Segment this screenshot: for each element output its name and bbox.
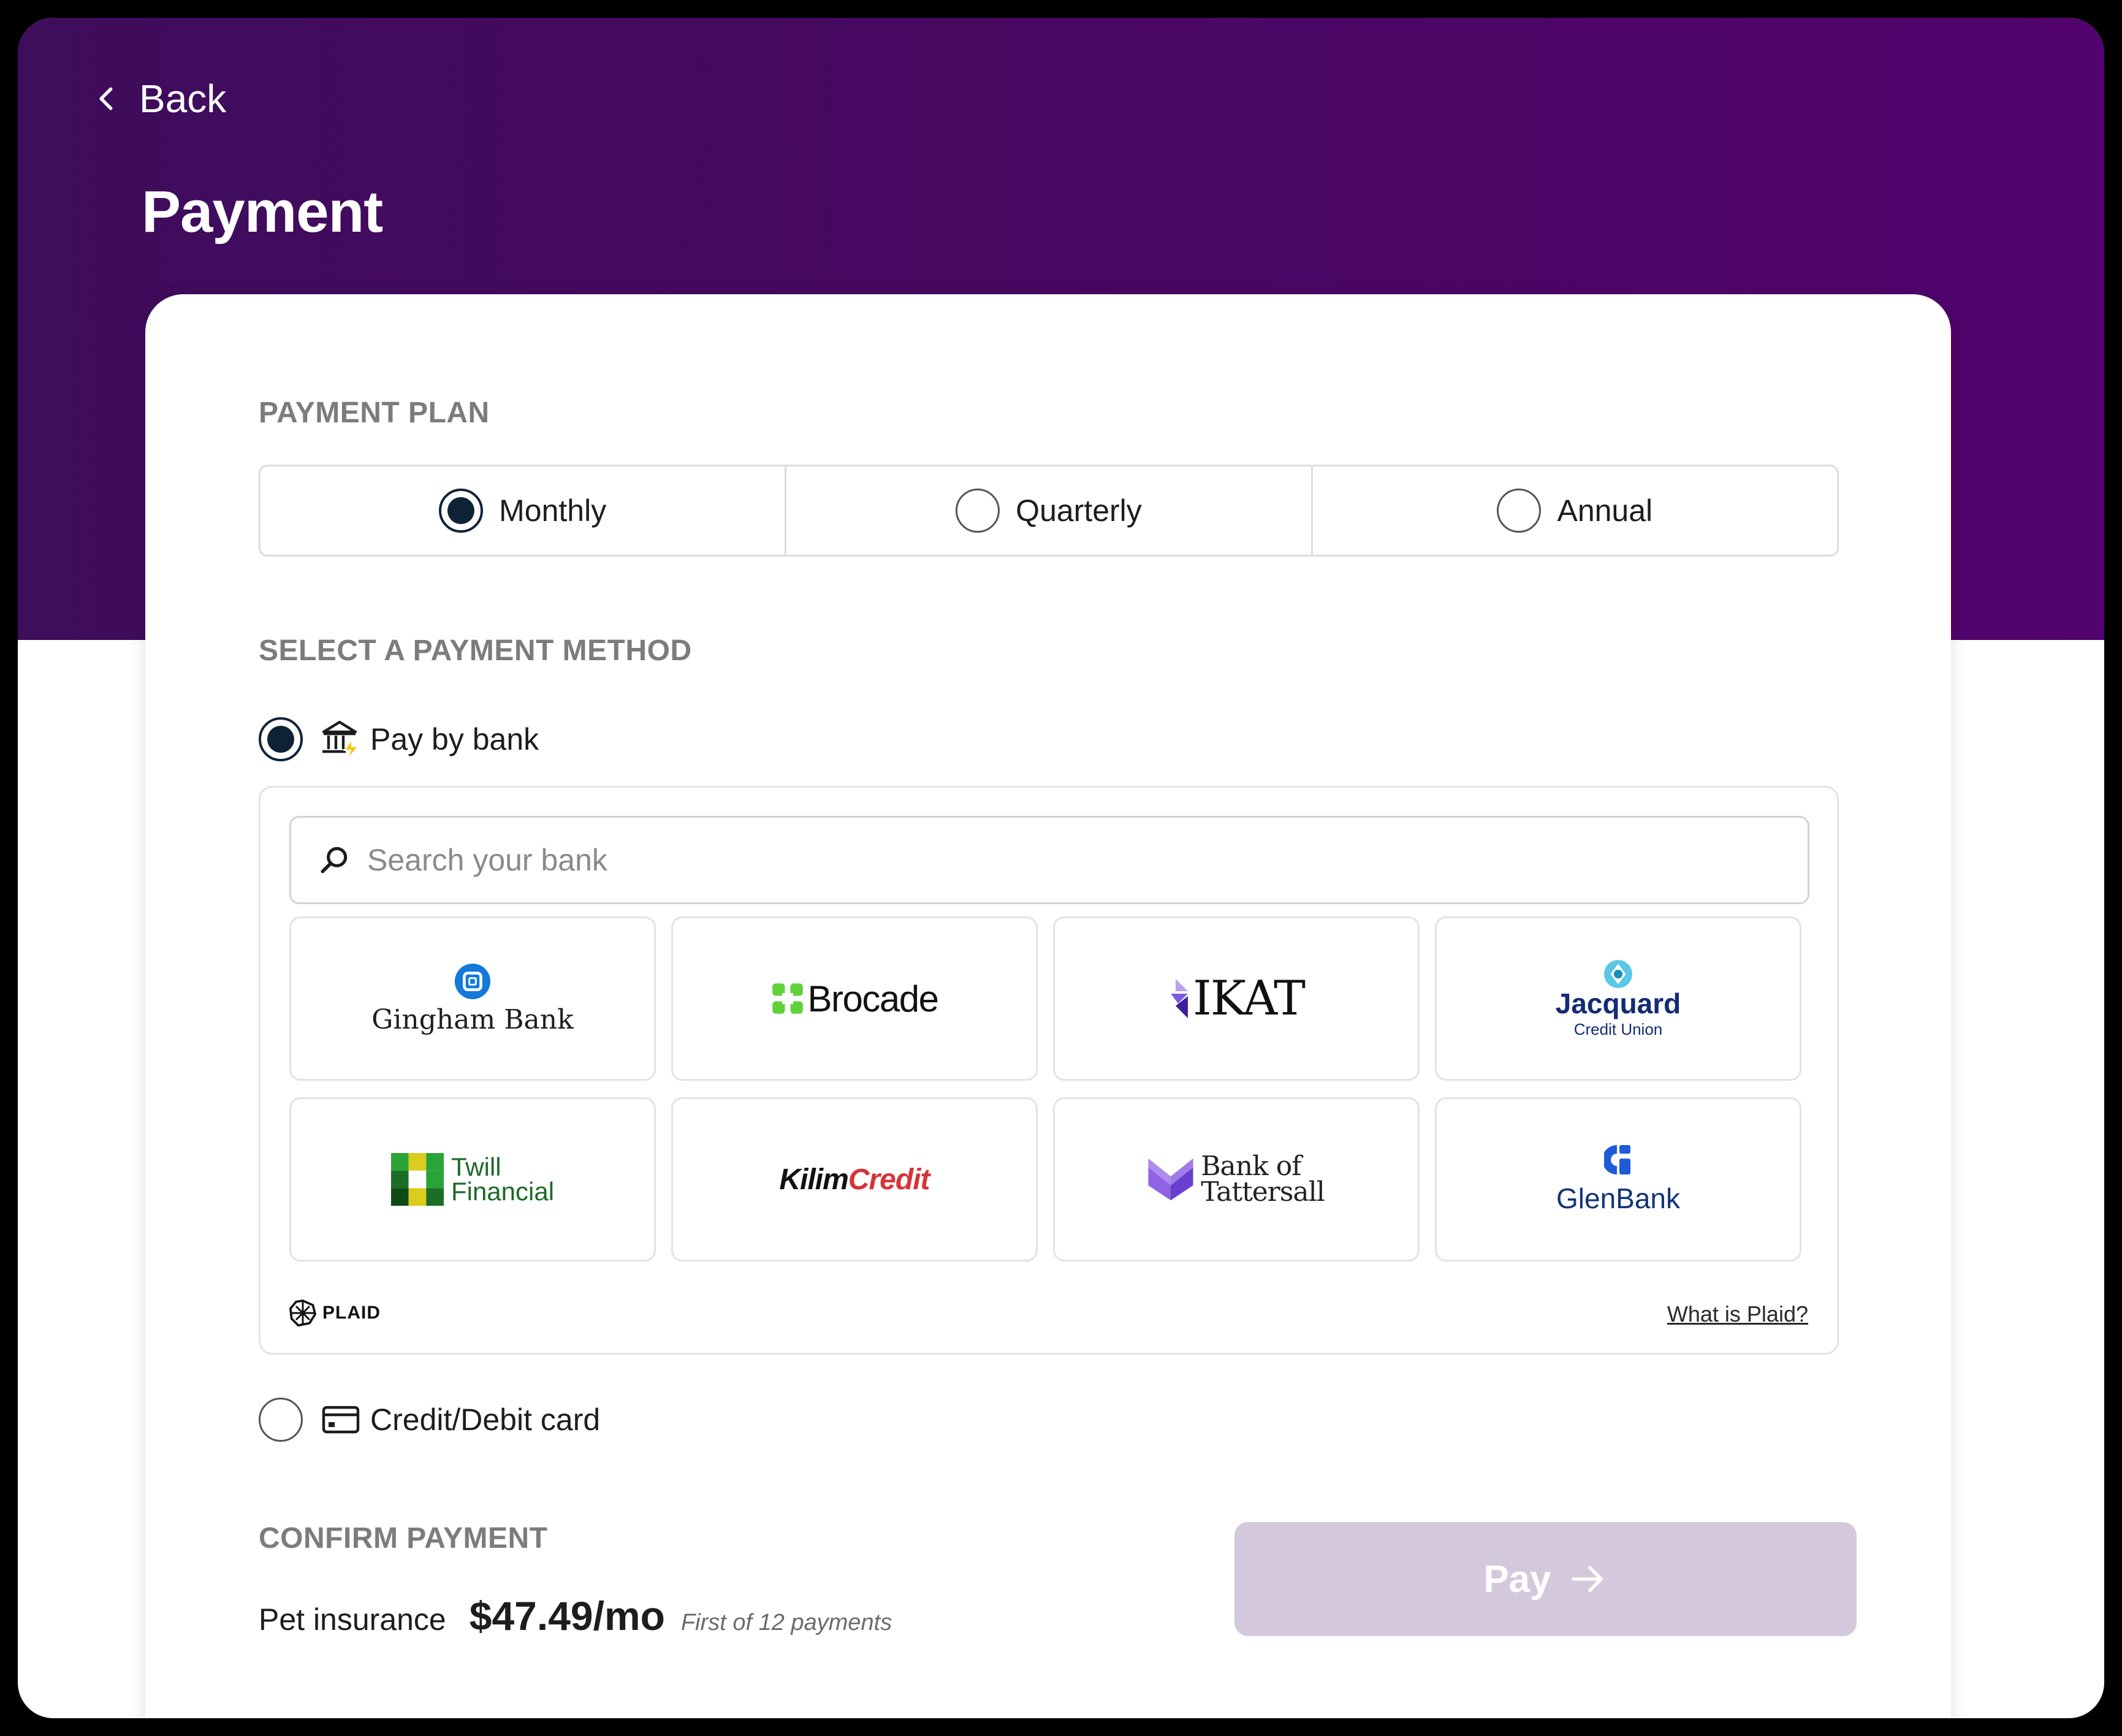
- bank-subname: Tattersall: [1201, 1176, 1325, 1208]
- twill-logo-icon: [390, 1153, 444, 1206]
- bank-search[interactable]: [289, 816, 1809, 904]
- radio-pay-by-bank[interactable]: [259, 717, 303, 761]
- bank-tile-gingham[interactable]: Gingham Bank: [289, 916, 656, 1081]
- pay-by-bank-label: Pay by bank: [370, 722, 539, 756]
- glenbank-logo: GlenBank: [1556, 1144, 1680, 1215]
- payment-summary: Pet insurance $47.49/mo First of 12 paym…: [259, 1593, 892, 1639]
- pay-label: Pay: [1483, 1558, 1551, 1601]
- plan-option-monthly[interactable]: Monthly: [259, 465, 787, 557]
- pay-button[interactable]: Pay: [1234, 1522, 1857, 1636]
- bank-name: Bank of: [1201, 1151, 1301, 1182]
- plan-option-label: Annual: [1557, 493, 1653, 528]
- plan-option-quarterly[interactable]: Quarterly: [785, 465, 1313, 557]
- plaid-logo-icon: [289, 1300, 316, 1327]
- bank-name: Brocade: [807, 978, 939, 1019]
- tattersall-logo: Bank of Tattersall: [1148, 1151, 1325, 1208]
- bank-name: Jacquard: [1555, 987, 1681, 1019]
- bank-subname: Credit: [848, 1163, 930, 1196]
- bank-tile-brocade[interactable]: Brocade: [671, 916, 1038, 1081]
- bank-grid: Gingham Bank Brocade IKAT Jacquard Credi…: [289, 916, 1809, 1262]
- back-button[interactable]: Back: [90, 76, 226, 121]
- gingham-logo-icon: [454, 963, 491, 999]
- bank-lightning-icon: [322, 720, 360, 761]
- what-is-plaid-link[interactable]: What is Plaid?: [1667, 1301, 1808, 1327]
- radio-annual[interactable]: [1497, 489, 1542, 533]
- bank-tile-glenbank[interactable]: GlenBank: [1435, 1097, 1801, 1262]
- credit-card-icon: [322, 1406, 360, 1434]
- bank-search-input[interactable]: [366, 842, 1714, 878]
- payment-plan-selector: Monthly Quarterly Annual: [259, 465, 1839, 557]
- bank-tile-ikat[interactable]: IKAT: [1053, 916, 1420, 1081]
- bank-subname: Credit Union: [1573, 1019, 1663, 1038]
- tattersall-wordmark: Bank of Tattersall: [1201, 1151, 1325, 1208]
- bank-name: GlenBank: [1556, 1182, 1680, 1214]
- plaid-logo: PLAID: [289, 1300, 381, 1327]
- plaid-wordmark: PLAID: [322, 1303, 381, 1323]
- brocade-logo: Brocade: [771, 978, 939, 1020]
- ikat-logo-icon: [1170, 979, 1188, 1018]
- credit-card-label: Credit/Debit card: [370, 1403, 601, 1437]
- twill-wordmark: Twill Financial: [451, 1152, 555, 1206]
- bank-name: IKAT: [1192, 971, 1306, 1026]
- bank-name: Kilim: [779, 1163, 848, 1196]
- jacquard-logo-icon: [1604, 959, 1632, 988]
- plan-option-label: Monthly: [499, 493, 607, 528]
- page-title: Payment: [142, 179, 383, 245]
- payment-card: PAYMENT PLAN Monthly Quarterly Annual SE…: [145, 294, 1951, 1718]
- bank-name: Twill: [451, 1152, 501, 1182]
- twill-logo: Twill Financial: [390, 1152, 555, 1206]
- search-icon: [321, 847, 348, 874]
- price: $47.49/mo: [469, 1593, 665, 1639]
- bank-tile-jacquard[interactable]: Jacquard Credit Union: [1435, 916, 1801, 1081]
- payment-note: First of 12 payments: [680, 1610, 892, 1635]
- kilim-logo: Kilim Credit: [779, 1163, 930, 1197]
- pay-by-bank-option[interactable]: Pay by bank: [259, 717, 539, 761]
- payment-plan-label: PAYMENT PLAN: [259, 397, 490, 429]
- ikat-logo: IKAT: [1168, 971, 1306, 1026]
- bank-selection-panel: Gingham Bank Brocade: [259, 786, 1839, 1355]
- glenbank-logo-icon: [1603, 1145, 1630, 1174]
- confirm-payment-label: CONFIRM PAYMENT: [259, 1522, 548, 1555]
- brocade-logo-icon: [772, 983, 803, 1014]
- plan-option-annual[interactable]: Annual: [1310, 465, 1839, 557]
- gingham-bank-logo: Gingham Bank: [371, 962, 574, 1035]
- app-window: Back Payment PAYMENT PLAN Monthly Quarte…: [18, 18, 2104, 1718]
- bank-tile-twill[interactable]: Twill Financial: [289, 1097, 656, 1262]
- tattersall-logo-icon: [1148, 1158, 1193, 1201]
- product-name: Pet insurance: [259, 1602, 446, 1637]
- jacquard-logo: Jacquard Credit Union: [1556, 959, 1681, 1039]
- bank-tile-tattersall[interactable]: Bank of Tattersall: [1053, 1097, 1420, 1262]
- radio-quarterly[interactable]: [956, 489, 1000, 533]
- arrow-right-icon: [1571, 1566, 1603, 1593]
- back-label: Back: [139, 77, 227, 121]
- bank-tile-kilim[interactable]: Kilim Credit: [671, 1097, 1038, 1262]
- radio-monthly[interactable]: [439, 489, 484, 533]
- bank-name: Gingham Bank: [371, 1003, 574, 1035]
- plan-option-label: Quarterly: [1016, 493, 1142, 528]
- credit-card-option[interactable]: Credit/Debit card: [259, 1398, 600, 1442]
- payment-method-label: SELECT A PAYMENT METHOD: [259, 634, 692, 667]
- chevron-left-icon: [99, 87, 113, 110]
- bank-subname: Financial: [451, 1177, 555, 1206]
- radio-credit-card[interactable]: [259, 1398, 303, 1442]
